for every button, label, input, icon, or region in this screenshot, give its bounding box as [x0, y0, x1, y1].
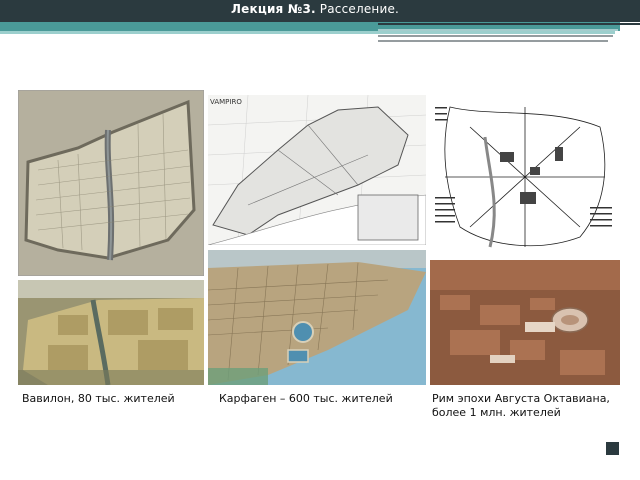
rome-model-image — [430, 260, 620, 385]
slide-header-bar: Лекция №3. Расселение. — [0, 0, 640, 22]
caption-babylon: Вавилон, 80 тыс. жителей — [22, 392, 175, 405]
header-decorative-lines — [378, 23, 640, 42]
caption-rome-line2: более 1 млн. жителей — [432, 406, 561, 419]
carthage-map-image: VAMPIRO — [208, 95, 426, 245]
caption-rome-line1: Рим эпохи Августа Октавиана, — [432, 392, 610, 405]
babylon-aerial-image — [18, 280, 204, 385]
slide-title: Лекция №3. Расселение. — [231, 2, 399, 16]
slide-title-rest: Расселение. — [315, 2, 400, 16]
map-watermark-text: VAMPIRO — [210, 98, 242, 106]
corner-square-marker — [606, 442, 619, 455]
caption-carthage: Карфаген – 600 тыс. жителей — [219, 392, 393, 405]
slide-title-bold: Лекция №3. — [231, 2, 316, 16]
carthage-aerial-image — [208, 250, 426, 385]
babylon-map-image — [18, 90, 204, 276]
rome-map-image — [430, 97, 620, 257]
